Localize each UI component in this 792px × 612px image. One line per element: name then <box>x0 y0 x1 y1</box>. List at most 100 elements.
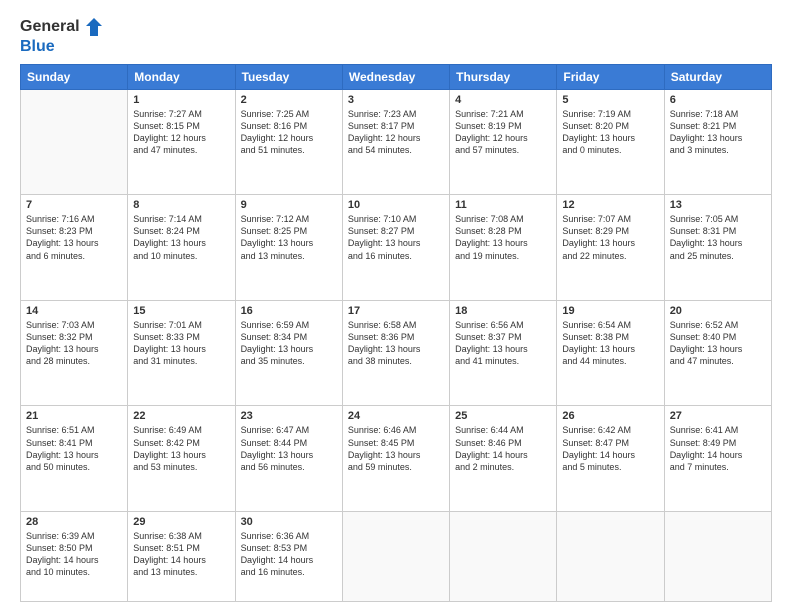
day-number: 4 <box>455 94 551 106</box>
day-number: 11 <box>455 199 551 211</box>
calendar-cell: 29 Sunrise: 6:38 AM Sunset: 8:51 PM Dayli… <box>128 511 235 601</box>
day-info: Sunrise: 7:27 AM Sunset: 8:15 PM Dayligh… <box>133 108 229 157</box>
day-number: 10 <box>348 199 444 211</box>
calendar-cell <box>664 511 771 601</box>
weekday-header-saturday: Saturday <box>664 64 771 89</box>
weekday-header-sunday: Sunday <box>21 64 128 89</box>
calendar-week-4: 21 Sunrise: 6:51 AM Sunset: 8:41 PM Dayli… <box>21 406 772 512</box>
day-number: 28 <box>26 516 122 528</box>
day-info: Sunrise: 6:42 AM Sunset: 8:47 PM Dayligh… <box>562 424 658 473</box>
weekday-header-row: SundayMondayTuesdayWednesdayThursdayFrid… <box>21 64 772 89</box>
day-number: 13 <box>670 199 766 211</box>
day-info: Sunrise: 7:12 AM Sunset: 8:25 PM Dayligh… <box>241 213 337 262</box>
day-info: Sunrise: 6:38 AM Sunset: 8:51 PM Dayligh… <box>133 530 229 579</box>
day-number: 3 <box>348 94 444 106</box>
day-info: Sunrise: 6:54 AM Sunset: 8:38 PM Dayligh… <box>562 319 658 368</box>
calendar-cell: 10 Sunrise: 7:10 AM Sunset: 8:27 PM Dayli… <box>342 195 449 301</box>
weekday-header-wednesday: Wednesday <box>342 64 449 89</box>
day-info: Sunrise: 7:07 AM Sunset: 8:29 PM Dayligh… <box>562 213 658 262</box>
day-number: 20 <box>670 305 766 317</box>
day-number: 1 <box>133 94 229 106</box>
day-number: 8 <box>133 199 229 211</box>
calendar-cell: 19 Sunrise: 6:54 AM Sunset: 8:38 PM Dayli… <box>557 300 664 406</box>
day-info: Sunrise: 7:05 AM Sunset: 8:31 PM Dayligh… <box>670 213 766 262</box>
calendar-table: SundayMondayTuesdayWednesdayThursdayFrid… <box>20 64 772 602</box>
day-info: Sunrise: 6:41 AM Sunset: 8:49 PM Dayligh… <box>670 424 766 473</box>
calendar-week-2: 7 Sunrise: 7:16 AM Sunset: 8:23 PM Daylig… <box>21 195 772 301</box>
weekday-header-monday: Monday <box>128 64 235 89</box>
calendar-cell: 30 Sunrise: 6:36 AM Sunset: 8:53 PM Dayli… <box>235 511 342 601</box>
day-info: Sunrise: 6:44 AM Sunset: 8:46 PM Dayligh… <box>455 424 551 473</box>
day-number: 9 <box>241 199 337 211</box>
calendar-cell: 4 Sunrise: 7:21 AM Sunset: 8:19 PM Daylig… <box>450 89 557 195</box>
calendar-cell: 9 Sunrise: 7:12 AM Sunset: 8:25 PM Daylig… <box>235 195 342 301</box>
calendar-cell: 22 Sunrise: 6:49 AM Sunset: 8:42 PM Dayli… <box>128 406 235 512</box>
day-number: 19 <box>562 305 658 317</box>
day-number: 27 <box>670 410 766 422</box>
day-info: Sunrise: 7:10 AM Sunset: 8:27 PM Dayligh… <box>348 213 444 262</box>
calendar-cell: 28 Sunrise: 6:39 AM Sunset: 8:50 PM Dayli… <box>21 511 128 601</box>
calendar-cell: 18 Sunrise: 6:56 AM Sunset: 8:37 PM Dayli… <box>450 300 557 406</box>
day-info: Sunrise: 7:23 AM Sunset: 8:17 PM Dayligh… <box>348 108 444 157</box>
logo: General Blue <box>20 16 104 56</box>
day-number: 21 <box>26 410 122 422</box>
day-info: Sunrise: 7:21 AM Sunset: 8:19 PM Dayligh… <box>455 108 551 157</box>
day-info: Sunrise: 6:52 AM Sunset: 8:40 PM Dayligh… <box>670 319 766 368</box>
calendar-cell: 12 Sunrise: 7:07 AM Sunset: 8:29 PM Dayli… <box>557 195 664 301</box>
day-number: 7 <box>26 199 122 211</box>
day-info: Sunrise: 6:51 AM Sunset: 8:41 PM Dayligh… <box>26 424 122 473</box>
calendar-cell: 26 Sunrise: 6:42 AM Sunset: 8:47 PM Dayli… <box>557 406 664 512</box>
day-info: Sunrise: 7:14 AM Sunset: 8:24 PM Dayligh… <box>133 213 229 262</box>
day-info: Sunrise: 6:39 AM Sunset: 8:50 PM Dayligh… <box>26 530 122 579</box>
logo-blue: Blue <box>20 38 104 56</box>
day-number: 2 <box>241 94 337 106</box>
calendar-week-1: 1 Sunrise: 7:27 AM Sunset: 8:15 PM Daylig… <box>21 89 772 195</box>
calendar-week-3: 14Sunrise: 7:03 AM Sunset: 8:32 PM Dayli… <box>21 300 772 406</box>
weekday-header-tuesday: Tuesday <box>235 64 342 89</box>
calendar-cell: 25 Sunrise: 6:44 AM Sunset: 8:46 PM Dayli… <box>450 406 557 512</box>
day-info: Sunrise: 6:47 AM Sunset: 8:44 PM Dayligh… <box>241 424 337 473</box>
calendar-cell <box>342 511 449 601</box>
calendar-cell: 1 Sunrise: 7:27 AM Sunset: 8:15 PM Daylig… <box>128 89 235 195</box>
day-info: Sunrise: 6:56 AM Sunset: 8:37 PM Dayligh… <box>455 319 551 368</box>
calendar-cell: 20 Sunrise: 6:52 AM Sunset: 8:40 PM Dayli… <box>664 300 771 406</box>
day-number: 22 <box>133 410 229 422</box>
calendar-cell <box>450 511 557 601</box>
calendar-cell: 11Sunrise: 7:08 AM Sunset: 8:28 PM Dayli… <box>450 195 557 301</box>
weekday-header-friday: Friday <box>557 64 664 89</box>
day-info: Sunrise: 6:49 AM Sunset: 8:42 PM Dayligh… <box>133 424 229 473</box>
day-number: 17 <box>348 305 444 317</box>
calendar-cell: 6 Sunrise: 7:18 AM Sunset: 8:21 PM Daylig… <box>664 89 771 195</box>
day-number: 23 <box>241 410 337 422</box>
calendar-cell: 21 Sunrise: 6:51 AM Sunset: 8:41 PM Dayli… <box>21 406 128 512</box>
calendar-cell: 5Sunrise: 7:19 AM Sunset: 8:20 PM Daylig… <box>557 89 664 195</box>
calendar-cell: 7 Sunrise: 7:16 AM Sunset: 8:23 PM Daylig… <box>21 195 128 301</box>
day-number: 24 <box>348 410 444 422</box>
weekday-header-thursday: Thursday <box>450 64 557 89</box>
day-number: 25 <box>455 410 551 422</box>
day-info: Sunrise: 7:16 AM Sunset: 8:23 PM Dayligh… <box>26 213 122 262</box>
day-number: 30 <box>241 516 337 528</box>
day-info: Sunrise: 7:01 AM Sunset: 8:33 PM Dayligh… <box>133 319 229 368</box>
calendar-cell: 8 Sunrise: 7:14 AM Sunset: 8:24 PM Daylig… <box>128 195 235 301</box>
calendar-cell <box>557 511 664 601</box>
day-info: Sunrise: 6:36 AM Sunset: 8:53 PM Dayligh… <box>241 530 337 579</box>
header: General Blue <box>20 16 772 56</box>
day-number: 16 <box>241 305 337 317</box>
calendar-cell: 13 Sunrise: 7:05 AM Sunset: 8:31 PM Dayli… <box>664 195 771 301</box>
day-number: 18 <box>455 305 551 317</box>
day-info: Sunrise: 7:25 AM Sunset: 8:16 PM Dayligh… <box>241 108 337 157</box>
day-info: Sunrise: 7:18 AM Sunset: 8:21 PM Dayligh… <box>670 108 766 157</box>
day-info: Sunrise: 7:03 AM Sunset: 8:32 PM Dayligh… <box>26 319 122 368</box>
calendar-cell: 23 Sunrise: 6:47 AM Sunset: 8:44 PM Dayli… <box>235 406 342 512</box>
calendar-cell: 2 Sunrise: 7:25 AM Sunset: 8:16 PM Daylig… <box>235 89 342 195</box>
day-number: 29 <box>133 516 229 528</box>
calendar-cell: 14Sunrise: 7:03 AM Sunset: 8:32 PM Dayli… <box>21 300 128 406</box>
day-number: 6 <box>670 94 766 106</box>
calendar-cell: 3 Sunrise: 7:23 AM Sunset: 8:17 PM Daylig… <box>342 89 449 195</box>
calendar-cell <box>21 89 128 195</box>
day-number: 26 <box>562 410 658 422</box>
calendar-cell: 16Sunrise: 6:59 AM Sunset: 8:34 PM Dayli… <box>235 300 342 406</box>
day-number: 12 <box>562 199 658 211</box>
calendar-cell: 17Sunrise: 6:58 AM Sunset: 8:36 PM Dayli… <box>342 300 449 406</box>
